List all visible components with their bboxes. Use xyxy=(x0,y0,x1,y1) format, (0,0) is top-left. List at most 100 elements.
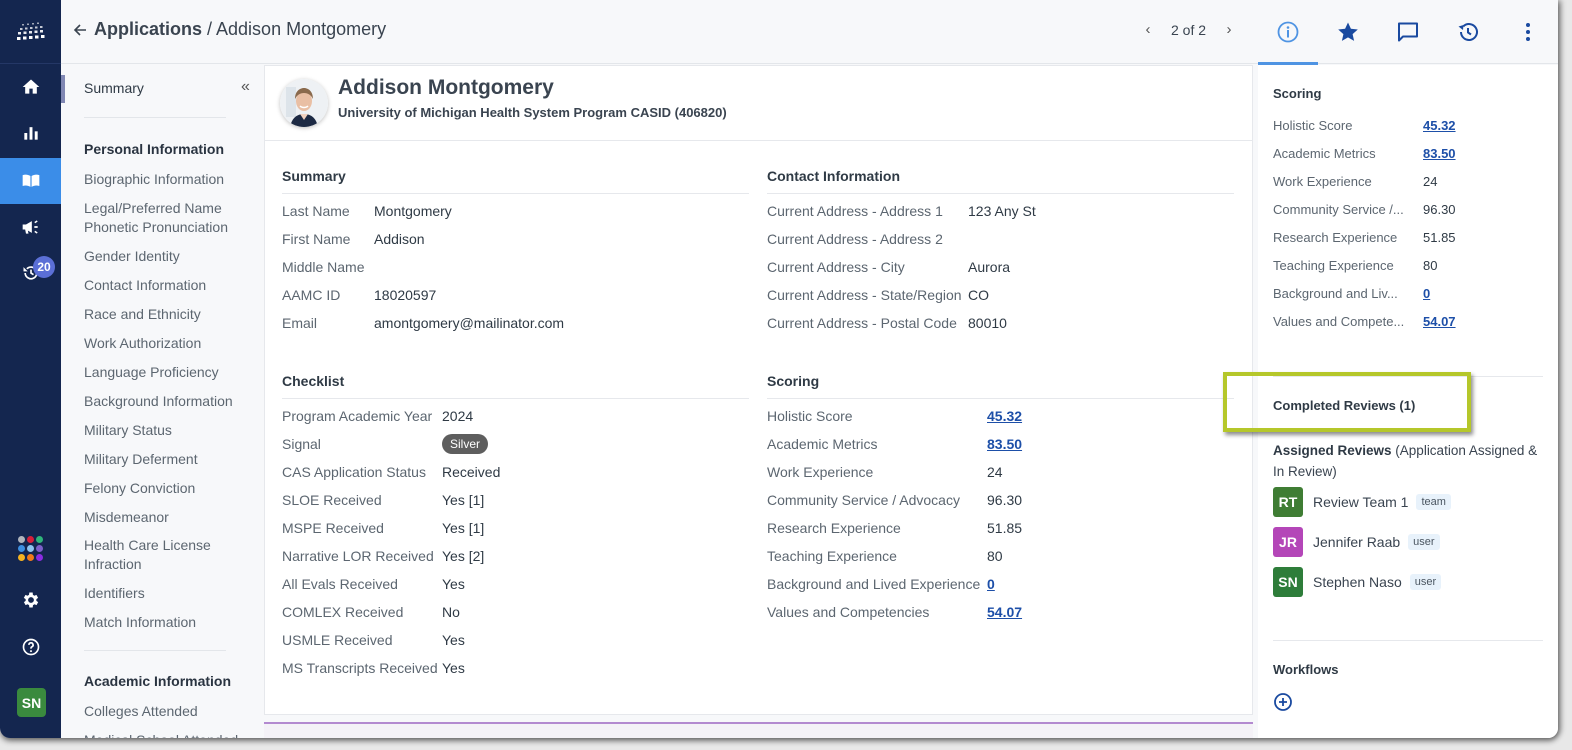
rail-apps-launcher[interactable] xyxy=(0,525,61,571)
back-button[interactable] xyxy=(69,19,91,41)
panel-score-label: Community Service /... xyxy=(1273,201,1404,217)
app-dot xyxy=(36,544,43,552)
nav-link[interactable]: Military Status xyxy=(84,421,249,440)
panel-score-label: Academic Metrics xyxy=(1273,145,1376,161)
app-dot xyxy=(18,535,25,543)
summary-label: First Name xyxy=(282,231,351,247)
scoring-value[interactable]: 0 xyxy=(987,576,995,592)
panel-score-row: Background and Liv... 0 xyxy=(1273,283,1543,303)
tab-comments[interactable] xyxy=(1378,0,1438,64)
rail-home[interactable] xyxy=(0,64,61,110)
arrow-left-icon xyxy=(73,24,86,36)
scoring-card-title: Scoring xyxy=(767,373,1234,399)
rail-announcements[interactable] xyxy=(0,204,61,250)
nav-link[interactable]: Legal/Preferred Name Phonetic Pronunciat… xyxy=(84,199,249,237)
nav-link[interactable]: Medical School Attended xyxy=(84,731,249,738)
user-avatar[interactable]: SN xyxy=(17,688,46,717)
checklist-row: Narrative LOR Received Yes [2] xyxy=(282,542,749,570)
nav-link[interactable]: Race and Ethnicity xyxy=(84,305,249,324)
nav-link[interactable]: Contact Information xyxy=(84,276,249,295)
contact-value: CO xyxy=(968,287,989,303)
app-dot xyxy=(18,544,25,552)
checklist-row: SLOE Received Yes [1] xyxy=(282,486,749,514)
contact-label: Current Address - State/Region xyxy=(767,287,962,303)
checklist-value: Yes [1] xyxy=(442,492,485,508)
nav-link[interactable]: Gender Identity xyxy=(84,247,249,266)
collapse-nav-button[interactable]: « xyxy=(241,78,250,96)
checklist-row: Program Academic Year 2024 xyxy=(282,402,749,430)
rail-reports[interactable] xyxy=(0,110,61,156)
panel-score-value[interactable]: 45.32 xyxy=(1423,118,1456,133)
next-record-button[interactable]: › xyxy=(1218,21,1240,38)
nav-link[interactable]: Match Information xyxy=(84,613,249,632)
nav-link[interactable]: Background Information xyxy=(84,392,249,411)
scoring-label: Research Experience xyxy=(767,520,901,536)
bar-chart-icon xyxy=(23,127,38,140)
nav-link[interactable]: Language Proficiency xyxy=(84,363,249,382)
logo-icon[interactable] xyxy=(0,0,61,64)
panel-score-label: Values and Compete... xyxy=(1273,313,1405,329)
applicant-program: University of Michigan Health System Pro… xyxy=(338,105,727,120)
more-options-button[interactable] xyxy=(1498,0,1558,64)
tab-favorite[interactable] xyxy=(1318,0,1378,64)
add-workflow-button[interactable] xyxy=(1273,692,1293,712)
checklist-label: USMLE Received xyxy=(282,632,393,648)
scoring-value[interactable]: 54.07 xyxy=(987,604,1022,620)
checklist-label: Signal xyxy=(282,436,321,452)
nav-link[interactable]: Felony Conviction xyxy=(84,479,249,498)
checklist-value: Yes xyxy=(442,576,465,592)
panel-score-value[interactable]: 54.07 xyxy=(1423,314,1456,329)
checklist-value: No xyxy=(442,604,460,620)
rail-history[interactable]: 20 xyxy=(0,250,61,296)
contact-label: Current Address - City xyxy=(767,259,905,275)
summary-row: Middle Name xyxy=(282,253,749,281)
tab-history[interactable] xyxy=(1438,0,1498,64)
comment-icon xyxy=(1398,22,1418,42)
nav-link[interactable]: Identifiers xyxy=(84,584,249,603)
rail-settings[interactable] xyxy=(0,577,61,623)
panel-score-value: 80 xyxy=(1423,257,1438,273)
reviewer-item[interactable]: SN Stephen Naso user xyxy=(1273,567,1543,597)
summary-row: Last Name Montgomery xyxy=(282,197,749,225)
book-open-icon xyxy=(22,174,39,187)
scoring-label: Academic Metrics xyxy=(767,436,878,452)
panel-score-label: Teaching Experience xyxy=(1273,257,1394,273)
scoring-label: Background and Lived Experience xyxy=(767,576,981,592)
nav-summary[interactable]: Summary xyxy=(84,80,144,96)
contact-value: 80010 xyxy=(968,315,1007,331)
nav-link[interactable]: Health Care License Infraction xyxy=(84,536,249,574)
app-window: 20 SN Applications / Addison Montgomery … xyxy=(0,0,1558,738)
breadcrumb-root[interactable]: Applications xyxy=(94,19,202,39)
panel-score-value: 51.85 xyxy=(1423,229,1456,245)
nav-link[interactable]: Colleges Attended xyxy=(84,702,249,721)
reviewer-item[interactable]: RT Review Team 1 team xyxy=(1273,487,1543,517)
nav-link[interactable]: Work Authorization xyxy=(84,334,249,353)
nav-link[interactable]: Biographic Information xyxy=(84,170,249,189)
panel-score-value[interactable]: 0 xyxy=(1423,286,1430,301)
app-dot xyxy=(36,535,43,543)
checklist-value: Yes xyxy=(442,632,465,648)
scoring-value[interactable]: 83.50 xyxy=(987,436,1022,452)
panel-score-value[interactable]: 83.50 xyxy=(1423,146,1456,161)
rail-applications[interactable] xyxy=(0,158,61,204)
reviewer-item[interactable]: JR Jennifer Raab user xyxy=(1273,527,1543,557)
app-dot xyxy=(18,553,25,561)
assigned-reviews-label: Assigned Reviews xyxy=(1273,443,1392,458)
scoring-value[interactable]: 45.32 xyxy=(987,408,1022,424)
panel-score-row: Academic Metrics 83.50 xyxy=(1273,143,1543,163)
checklist-value: Received xyxy=(442,464,501,480)
reviewer-type-tag: user xyxy=(1409,574,1442,590)
panel-score-label: Research Experience xyxy=(1273,229,1398,245)
checklist-label: MS Transcripts Received xyxy=(282,660,438,676)
checklist-label: SLOE Received xyxy=(282,492,382,508)
completed-reviews-title[interactable]: Completed Reviews (1) xyxy=(1273,398,1415,413)
panel-score-row: Teaching Experience 80 xyxy=(1273,255,1543,275)
app-dot xyxy=(27,535,34,543)
contact-label: Current Address - Postal Code xyxy=(767,315,957,331)
tab-info[interactable] xyxy=(1258,0,1318,65)
nav-link[interactable]: Military Deferment xyxy=(84,450,249,469)
previous-record-button[interactable]: ‹ xyxy=(1137,21,1159,38)
nav-link[interactable]: Misdemeanor xyxy=(84,508,249,527)
rail-help[interactable] xyxy=(0,624,61,670)
checklist-value: Yes [1] xyxy=(442,520,485,536)
